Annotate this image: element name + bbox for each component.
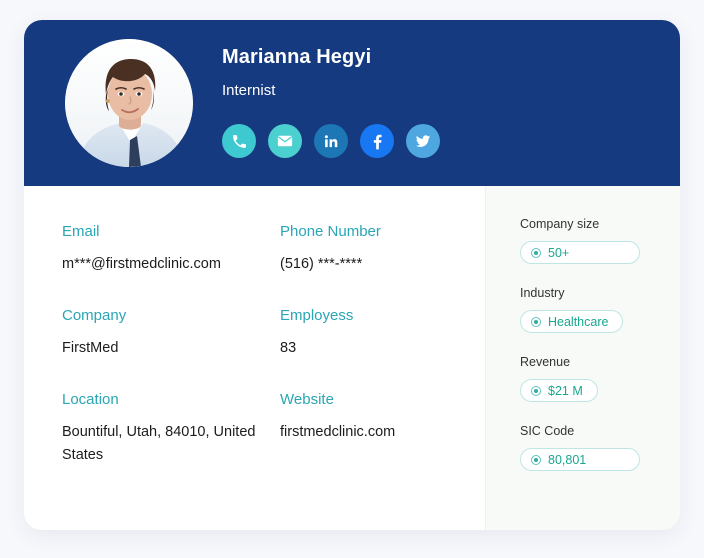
fact-label: SIC Code [520, 424, 575, 438]
fact-company-size: Company size 50+ [520, 216, 680, 264]
fact-value: 50+ [548, 245, 570, 260]
field-phone-number: Phone Number (516) ***-**** [280, 222, 485, 276]
fact-revenue: Revenue $21 M [520, 354, 680, 402]
fact-value: Healthcare [548, 314, 609, 329]
field-company: Company FirstMed [62, 306, 280, 360]
field-value: 83 [280, 340, 297, 356]
card-header: Marianna Hegyi Internist [24, 20, 680, 186]
linkedin-icon [324, 134, 337, 147]
fact-pill-company-size[interactable]: 50+ [520, 241, 640, 264]
social-link-linkedin[interactable] [314, 124, 348, 158]
field-email: Email m***@firstmedclinic.com [62, 222, 280, 276]
header-text: Marianna Hegyi Internist [222, 20, 440, 158]
twitter-icon [415, 135, 431, 147]
radio-selected-icon [531, 247, 541, 258]
facebook-icon [373, 134, 382, 149]
field-value: (516) ***-**** [280, 256, 363, 272]
field-website: Website firstmedclinic.com [280, 390, 485, 467]
fact-label: Industry [520, 286, 565, 300]
social-link-phone[interactable] [222, 124, 256, 158]
field-location: Location Bountiful, Utah, 84010, United … [62, 390, 280, 467]
field-value: Bountiful, Utah, 84010, United States [62, 424, 256, 463]
details-grid: Email m***@firstmedclinic.com Phone Numb… [62, 222, 485, 497]
social-link-facebook[interactable] [360, 124, 394, 158]
field-value: FirstMed [62, 340, 119, 356]
social-link-twitter[interactable] [406, 124, 440, 158]
company-facts-pane: Company size 50+ Industry Healthcare Rev… [485, 186, 680, 530]
person-photo-icon [65, 39, 193, 167]
radio-selected-icon [531, 454, 541, 465]
phone-icon [232, 134, 246, 148]
field-label: Phone Number [280, 223, 381, 240]
social-links [222, 124, 440, 158]
fact-pill-revenue[interactable]: $21 M [520, 379, 598, 402]
field-label: Company [62, 307, 127, 324]
fact-value: $21 M [548, 383, 583, 398]
card-body: Email m***@firstmedclinic.com Phone Numb… [24, 186, 680, 530]
social-link-email[interactable] [268, 124, 302, 158]
field-label: Location [62, 391, 119, 408]
radio-selected-icon [531, 316, 541, 327]
field-label: Website [280, 391, 334, 408]
envelope-icon [277, 135, 293, 147]
field-value: m***@firstmedclinic.com [62, 256, 221, 272]
contact-profile-card: Marianna Hegyi Internist Email m***@firs… [24, 20, 680, 530]
field-label: Email [62, 223, 100, 240]
field-label: Employess [280, 307, 354, 324]
fact-value: 80,801 [548, 452, 587, 467]
radio-selected-icon [531, 385, 541, 396]
page-root: Marianna Hegyi Internist Email m***@firs… [0, 0, 704, 558]
fact-industry: Industry Healthcare [520, 285, 680, 333]
details-pane: Email m***@firstmedclinic.com Phone Numb… [24, 186, 485, 530]
field-value[interactable]: firstmedclinic.com [280, 421, 471, 444]
avatar [65, 39, 193, 167]
fact-label: Revenue [520, 355, 571, 369]
fact-pill-sic-code[interactable]: 80,801 [520, 448, 640, 471]
person-name: Marianna Hegyi [222, 46, 372, 68]
field-employees: Employess 83 [280, 306, 485, 360]
fact-sic-code: SIC Code 80,801 [520, 423, 680, 471]
fact-label: Company size [520, 217, 600, 231]
fact-pill-industry[interactable]: Healthcare [520, 310, 624, 333]
person-title: Internist [222, 82, 276, 99]
